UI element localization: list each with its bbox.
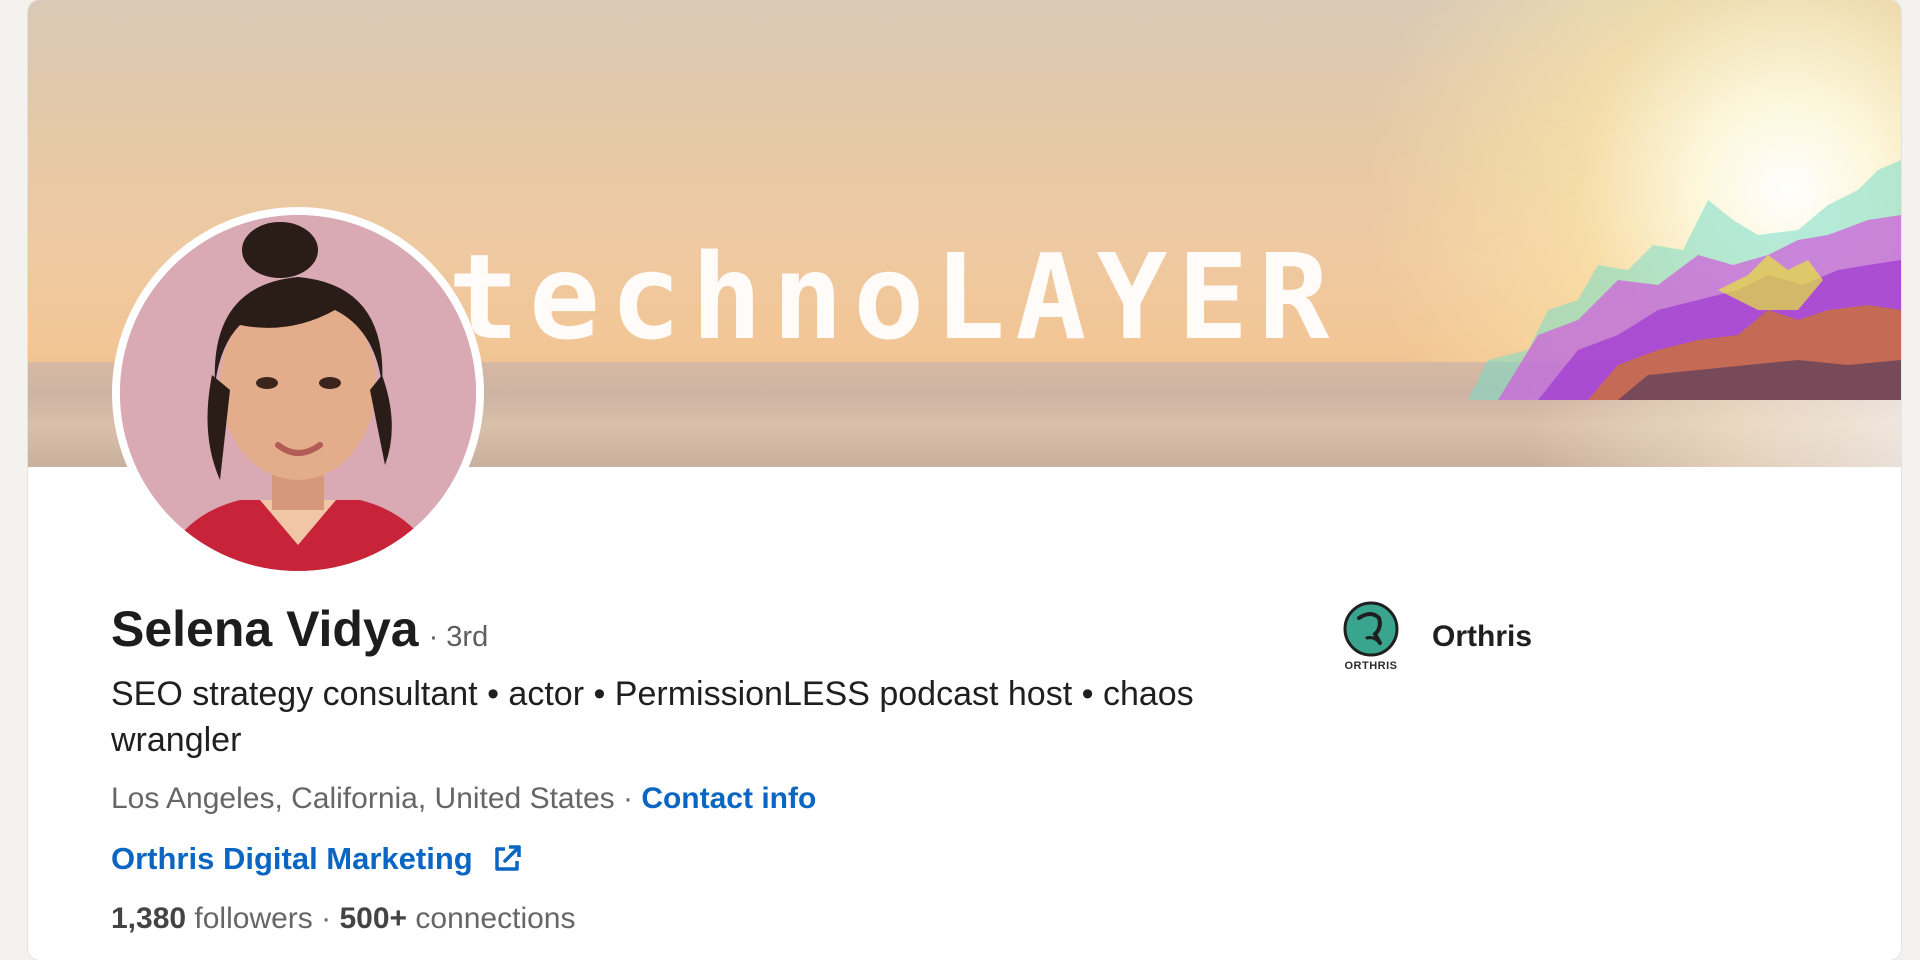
profile-location: Los Angeles, California, United States bbox=[111, 782, 615, 815]
connection-degree: · 3rd bbox=[428, 621, 489, 653]
profile-photo-frame[interactable] bbox=[112, 207, 484, 579]
stats-separator: · bbox=[312, 902, 340, 935]
orthris-logo-icon bbox=[1343, 601, 1399, 657]
profile-card: technoLAYER Selena Vidya · 3rd SEO strat… bbox=[28, 0, 1901, 960]
location-separator: · bbox=[614, 782, 642, 815]
followers-count: 1,380 bbox=[111, 902, 187, 935]
contact-info-link[interactable]: Contact info bbox=[641, 782, 816, 815]
current-company[interactable]: ORTHRIS Orthris bbox=[1334, 600, 1532, 674]
company-name[interactable]: Orthris bbox=[1432, 620, 1532, 654]
profile-name: Selena Vidya bbox=[111, 601, 419, 657]
followers-label: followers bbox=[186, 902, 313, 935]
name-row: Selena Vidya · 3rd bbox=[111, 600, 488, 658]
network-stats: 1,380 followers · 500+ connections bbox=[111, 902, 576, 936]
profile-headline: SEO strategy consultant • actor • Permis… bbox=[111, 675, 1194, 759]
website-link[interactable]: Orthris Digital Marketing bbox=[111, 841, 523, 877]
company-logo-caption: ORTHRIS bbox=[1344, 660, 1398, 672]
website-label: Orthris Digital Marketing bbox=[111, 841, 473, 876]
location-row: Los Angeles, California, United States ·… bbox=[111, 782, 816, 816]
company-logo[interactable]: ORTHRIS bbox=[1334, 600, 1408, 674]
banner-wordmark: technoLAYER bbox=[448, 228, 1340, 366]
connections-label[interactable]: connections bbox=[407, 902, 575, 935]
profile-photo[interactable] bbox=[120, 215, 476, 571]
profile-photo-image bbox=[120, 215, 476, 571]
external-link-icon bbox=[494, 845, 521, 871]
banner-mountains-art bbox=[1468, 160, 1901, 400]
connections-count[interactable]: 500+ bbox=[339, 902, 407, 935]
